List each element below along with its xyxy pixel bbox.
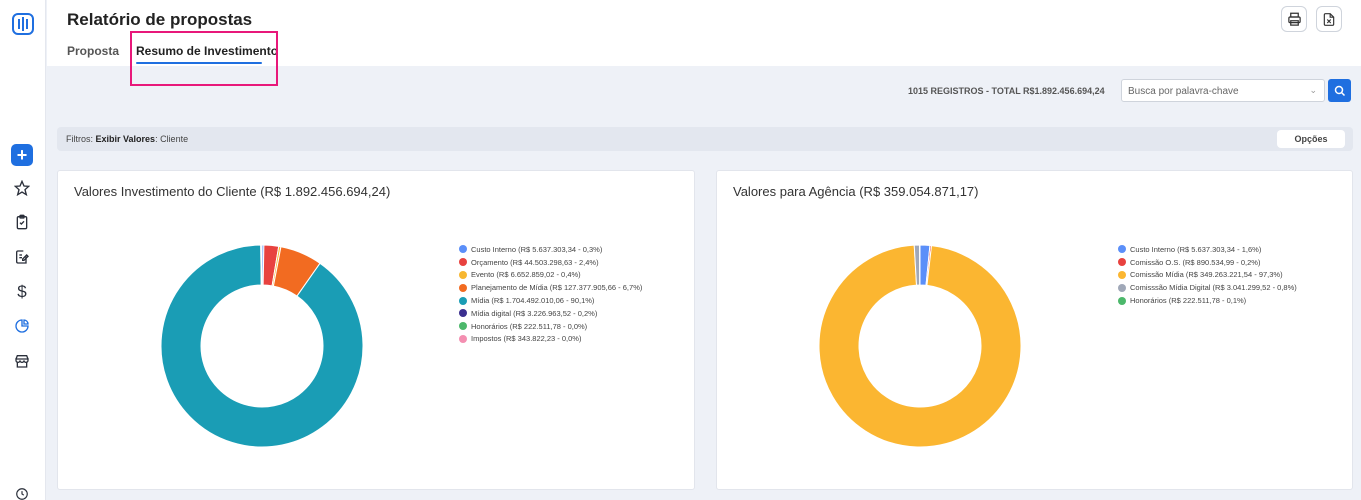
- legend-dot: [459, 270, 467, 279]
- chart-legend: Custo Interno (R$ 5.637.303,34 - 1,6%) Co…: [1118, 243, 1297, 307]
- excel-export-icon: [1323, 12, 1335, 26]
- options-button[interactable]: Opções: [1277, 130, 1345, 148]
- legend-dot: [459, 296, 467, 305]
- legend-item[interactable]: Mídia (R$ 1.704.492.010,06 - 90,1%): [459, 294, 642, 307]
- clipboard-check-icon[interactable]: [11, 211, 33, 233]
- legend-dot: [459, 258, 467, 267]
- store-icon[interactable]: [11, 350, 33, 372]
- legend-dot: [1118, 270, 1126, 279]
- print-button[interactable]: [1281, 6, 1307, 32]
- filter-value: : Cliente: [155, 134, 189, 144]
- search-button[interactable]: [1328, 79, 1351, 102]
- clock-icon[interactable]: [11, 483, 33, 500]
- legend-item[interactable]: Impostos (R$ 343.822,23 - 0,0%): [459, 333, 642, 346]
- legend-item[interactable]: Orçamento (R$ 44.503.298,63 - 2,4%): [459, 256, 642, 269]
- edit-document-icon[interactable]: [11, 246, 33, 268]
- donut-chart-client: [160, 244, 364, 448]
- legend-dot: [459, 334, 467, 343]
- export-excel-button[interactable]: [1316, 6, 1342, 32]
- legend-dot: [459, 283, 467, 292]
- legend-dot: [1118, 283, 1126, 292]
- search-placeholder: Busca por palavra-chave: [1128, 86, 1239, 97]
- logo-icon[interactable]: [12, 13, 34, 35]
- legend-label: Custo Interno (R$ 5.637.303,34 - 1,6%): [1130, 244, 1262, 254]
- donut-chart-agency: [818, 244, 1022, 448]
- legend-label: Custo Interno (R$ 5.637.303,34 - 0,3%): [471, 244, 603, 254]
- legend-item[interactable]: Mídia digital (R$ 3.226.963,52 - 0,2%): [459, 307, 642, 320]
- filters-prefix: Filtros:: [66, 134, 93, 144]
- legend-item[interactable]: Honorários (R$ 222.511,78 - 0,0%): [459, 320, 642, 333]
- legend-label: Mídia (R$ 1.704.492.010,06 - 90,1%): [471, 296, 595, 306]
- legend-label: Comissão Mídia (R$ 349.263.221,54 - 97,3…: [1130, 270, 1283, 280]
- records-total-text: 1015 REGISTROS - TOTAL R$1.892.456.694,2…: [908, 86, 1105, 96]
- search-icon: [1334, 85, 1345, 96]
- star-icon[interactable]: [11, 177, 33, 199]
- legend-item[interactable]: Custo Interno (R$ 5.637.303,34 - 1,6%): [1118, 243, 1297, 256]
- page-header: Relatório de propostas Proposta Resumo d…: [47, 0, 1361, 86]
- legend-label: Comisssão Mídia Digital (R$ 3.041.299,52…: [1130, 283, 1297, 293]
- printer-icon: [1287, 12, 1301, 26]
- chart-legend: Custo Interno (R$ 5.637.303,34 - 0,3%) Or…: [459, 243, 642, 345]
- legend-item[interactable]: Comisssão Mídia Digital (R$ 3.041.299,52…: [1118, 281, 1297, 294]
- search-input[interactable]: Busca por palavra-chave ⌄: [1121, 79, 1325, 102]
- legend-item[interactable]: Custo Interno (R$ 5.637.303,34 - 0,3%): [459, 243, 642, 256]
- legend-label: Mídia digital (R$ 3.226.963,52 - 0,2%): [471, 308, 598, 318]
- tab-proposta[interactable]: Proposta: [67, 44, 119, 58]
- chart-card-client-investment: Valores Investimento do Cliente (R$ 1.89…: [57, 170, 695, 490]
- legend-item[interactable]: Evento (R$ 6.652.859,02 - 0,4%): [459, 269, 642, 282]
- filter-key: Exibir Valores: [95, 134, 156, 144]
- dollar-icon[interactable]: $: [11, 281, 33, 303]
- legend-item[interactable]: Honorários (R$ 222.511,78 - 0,1%): [1118, 294, 1297, 307]
- plus-icon[interactable]: +: [11, 144, 33, 166]
- legend-dot: [459, 309, 467, 318]
- sidebar: + $: [0, 0, 46, 500]
- legend-label: Honorários (R$ 222.511,78 - 0,1%): [1130, 296, 1247, 306]
- legend-label: Planejamento de Mídia (R$ 127.377.905,66…: [471, 283, 643, 293]
- highlight-annotation: [130, 31, 278, 86]
- legend-item[interactable]: Comissão Mídia (R$ 349.263.221,54 - 97,3…: [1118, 269, 1297, 282]
- legend-dot: [459, 245, 467, 254]
- page-title: Relatório de propostas: [67, 10, 253, 29]
- pie-chart-icon[interactable]: [11, 315, 33, 337]
- legend-dot: [459, 322, 467, 331]
- legend-label: Evento (R$ 6.652.859,02 - 0,4%): [471, 270, 581, 280]
- legend-dot: [1118, 258, 1126, 267]
- legend-dot: [1118, 296, 1126, 305]
- chart-title: Valores Investimento do Cliente (R$ 1.89…: [74, 184, 391, 199]
- chevron-down-icon: ⌄: [1309, 85, 1317, 95]
- legend-label: Comissão O.S. (R$ 890.534,99 - 0,2%): [1130, 257, 1261, 267]
- chart-title: Valores para Agência (R$ 359.054.871,17): [733, 184, 979, 199]
- legend-label: Orçamento (R$ 44.503.298,63 - 2,4%): [471, 257, 599, 267]
- legend-label: Honorários (R$ 222.511,78 - 0,0%): [471, 321, 588, 331]
- legend-item[interactable]: Comissão O.S. (R$ 890.534,99 - 0,2%): [1118, 256, 1297, 269]
- legend-dot: [1118, 245, 1126, 254]
- chart-card-agency-values: Valores para Agência (R$ 359.054.871,17)…: [716, 170, 1353, 490]
- legend-label: Impostos (R$ 343.822,23 - 0,0%): [471, 334, 582, 344]
- filters-bar: Filtros: Exibir Valores: Cliente Opções: [57, 127, 1353, 151]
- legend-item[interactable]: Planejamento de Mídia (R$ 127.377.905,66…: [459, 281, 642, 294]
